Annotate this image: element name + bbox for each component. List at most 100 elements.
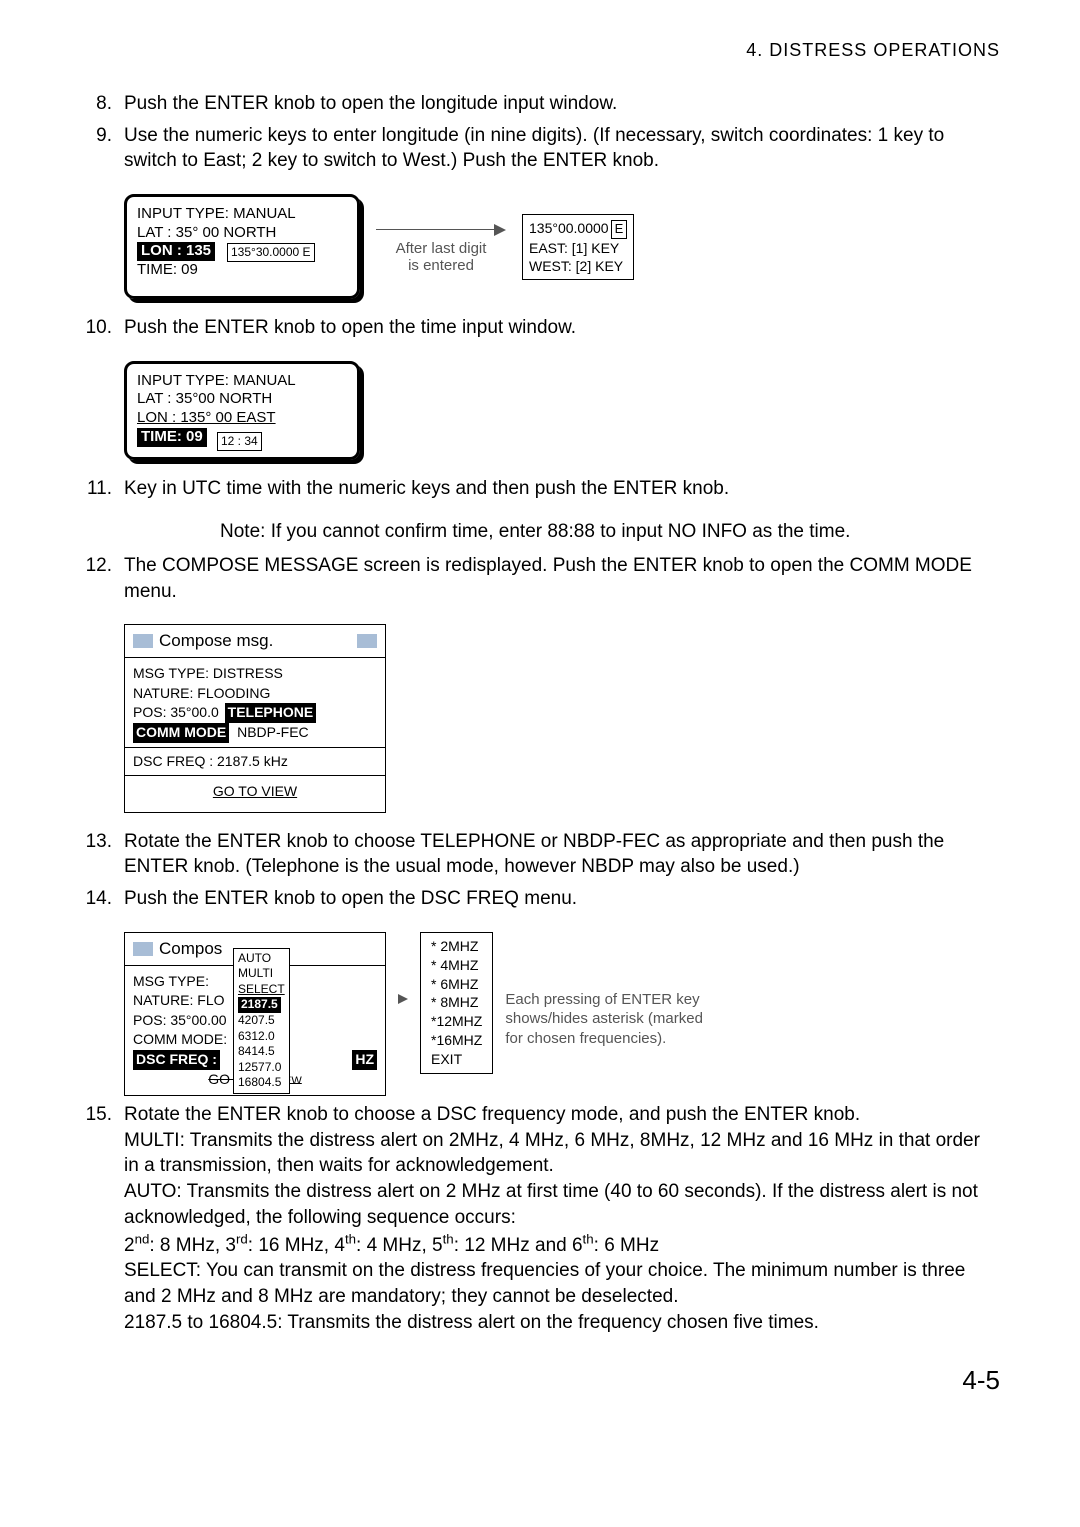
freq-option: *12MHZ: [431, 1012, 482, 1031]
coord-value: 135°00.0000E: [529, 219, 627, 239]
step-list: 11. Key in UTC time with the numeric keys…: [80, 476, 1000, 502]
step-list: 10. Push the ENTER knob to open the time …: [80, 315, 1000, 341]
note-line: Each pressing of ENTER key: [505, 990, 703, 1010]
key-hint: WEST: [2] KEY: [529, 257, 627, 275]
popup-telephone: TELEPHONE: [225, 703, 317, 723]
step-11: 11. Key in UTC time with the numeric keys…: [80, 476, 1000, 502]
freq-menu-popup: AUTO MULTI SELECT 2187.5 4207.5 6312.0 8…: [233, 948, 290, 1094]
east-west-key-box: 135°00.0000E EAST: [1] KEY WEST: [2] KEY: [522, 214, 634, 280]
step-text: Push the ENTER knob to open the DSC FREQ…: [124, 888, 577, 909]
compose-body: MSG TYPE: NATURE: FLO POS: 35°00.00 COMM…: [125, 966, 385, 1096]
step-text: Push the ENTER knob to open the longitud…: [124, 93, 617, 114]
lcd-longitude: INPUT TYPE: MANUAL LAT : 35° 00 NORTH LO…: [124, 194, 360, 299]
arrow-icon: [398, 994, 408, 1004]
lcd-line: TIME: 09: [137, 261, 347, 280]
freq-option: * 6MHZ: [431, 975, 482, 994]
step-number: 8.: [80, 91, 112, 117]
diagram-time: INPUT TYPE: MANUAL LAT : 35°00 NORTH LON…: [124, 361, 1000, 460]
menu-item: MULTI: [238, 966, 285, 982]
dsc-freq-highlight: DSC FREQ :: [133, 1050, 220, 1070]
compose-line: POS: 35°00.0 TELEPHONE: [133, 703, 377, 723]
step-number: 11.: [80, 476, 112, 502]
step-list: 8. Push the ENTER knob to open the longit…: [80, 91, 1000, 174]
lcd-highlight: TIME: 09: [137, 428, 207, 447]
page-header: 4. DISTRESS OPERATIONS: [80, 40, 1000, 61]
step-text: Use the numeric keys to enter longitude …: [124, 125, 944, 172]
step-11-note: Note: If you cannot confirm time, enter …: [220, 521, 1000, 543]
note-line: for chosen frequencies).: [505, 1029, 703, 1049]
step-list: 12. The COMPOSE MESSAGE screen is redispl…: [80, 553, 1000, 604]
step-number: 14.: [80, 886, 112, 912]
freq-option: * 2MHZ: [431, 937, 482, 956]
step-8: 8. Push the ENTER knob to open the longit…: [80, 91, 1000, 117]
step-text: Rotate the ENTER knob to choose TELEPHON…: [124, 831, 944, 878]
popup-lon-value: 135°30.0000 E: [227, 243, 315, 262]
menu-item: 4207.5: [238, 1013, 285, 1029]
separator: [125, 747, 385, 748]
step-text: Key in UTC time with the numeric keys an…: [124, 478, 729, 499]
step-text: Push the ENTER knob to open the time inp…: [124, 317, 576, 338]
compose-title: Compose msg.: [125, 625, 385, 658]
step-9: 9. Use the numeric keys to enter longitud…: [80, 123, 1000, 174]
lcd-line: INPUT TYPE: MANUAL: [137, 205, 347, 224]
step-10: 10. Push the ENTER knob to open the time …: [80, 315, 1000, 341]
arrow-icon: [376, 224, 506, 236]
step-number: 12.: [80, 553, 112, 579]
step-text: SELECT: You can transmit on the distress…: [124, 1260, 965, 1307]
menu-item: 2187.5: [238, 997, 285, 1013]
menu-item: SELECT: [238, 982, 285, 998]
menu-item: 12577.0: [238, 1060, 285, 1076]
step-text: AUTO: Transmits the distress alert on 2 …: [124, 1181, 978, 1228]
step-number: 13.: [80, 829, 112, 855]
lcd-line: LAT : 35° 00 NORTH: [137, 224, 347, 243]
step-list: 13. Rotate the ENTER knob to choose TELEP…: [80, 829, 1000, 912]
freq-option: *16MHZ: [431, 1031, 482, 1050]
compose-line: MSG TYPE: DISTRESS: [133, 664, 377, 684]
step-14: 14. Push the ENTER knob to open the DSC F…: [80, 886, 1000, 912]
menu-item: 8414.5: [238, 1044, 285, 1060]
title-decoration-icon: [133, 942, 153, 956]
title-text: Compos: [159, 937, 222, 961]
arrow-label: After last digit is entered: [376, 194, 506, 274]
step-text: The COMPOSE MESSAGE screen is redisplaye…: [124, 555, 972, 602]
lcd-line: LON : 135° 00 EAST: [137, 409, 347, 428]
compose-line: DSC FREQ : 2187.5 kHz: [133, 752, 377, 772]
step-text-sequence: 2nd: 8 MHz, 3rd: 16 MHz, 4th: 4 MHz, 5th…: [124, 1235, 659, 1256]
popup-time-value: 12 : 34: [217, 432, 262, 451]
page-number: 4-5: [80, 1365, 1000, 1396]
freq-select-box: * 2MHZ * 4MHZ * 6MHZ * 8MHZ *12MHZ *16MH…: [420, 932, 493, 1074]
compose-body: MSG TYPE: DISTRESS NATURE: FLOODING POS:…: [125, 658, 385, 812]
diagram-dsc-freq: Compos MSG TYPE: NATURE: FLO POS: 35°00.…: [124, 932, 1000, 1096]
hz-highlight: HZ: [352, 1050, 377, 1070]
east-indicator: E: [611, 220, 628, 239]
step-15: 15. Rotate the ENTER knob to choose a DS…: [80, 1102, 1000, 1335]
step-number: 9.: [80, 123, 112, 149]
menu-item: AUTO: [238, 951, 285, 967]
freq-select-column: * 2MHZ * 4MHZ * 6MHZ * 8MHZ *12MHZ *16MH…: [420, 932, 493, 1074]
title-text: Compose msg.: [159, 629, 273, 653]
step-number: 10.: [80, 315, 112, 341]
step-number: 15.: [80, 1102, 112, 1128]
comm-mode-highlight: COMM MODE: [133, 723, 229, 743]
freq-option: * 8MHZ: [431, 993, 482, 1012]
freq-note: Each pressing of ENTER key shows/hides a…: [505, 990, 703, 1049]
lcd-time: INPUT TYPE: MANUAL LAT : 35°00 NORTH LON…: [124, 361, 360, 460]
lcd-line: LAT : 35°00 NORTH: [137, 390, 347, 409]
note-line: shows/hides asterisk (marked: [505, 1009, 703, 1029]
compose-freq-screen: Compos MSG TYPE: NATURE: FLO POS: 35°00.…: [124, 932, 386, 1096]
diagram-longitude: INPUT TYPE: MANUAL LAT : 35° 00 NORTH LO…: [124, 194, 1000, 299]
freq-option: EXIT: [431, 1050, 482, 1069]
freq-option: * 4MHZ: [431, 956, 482, 975]
step-12: 12. The COMPOSE MESSAGE screen is redispl…: [80, 553, 1000, 604]
key-hint: EAST: [1] KEY: [529, 239, 627, 257]
compose-line: COMM MODE NBDP-FEC: [133, 723, 377, 743]
title-decoration-icon: [357, 634, 377, 648]
menu-item: 16804.5: [238, 1075, 285, 1091]
arrow-text: is entered: [408, 257, 474, 274]
arrow-text: After last digit: [396, 240, 487, 257]
step-text: MULTI: Transmits the distress alert on 2…: [124, 1130, 980, 1177]
step-list: 15. Rotate the ENTER knob to choose a DS…: [80, 1102, 1000, 1335]
title-decoration-icon: [133, 634, 153, 648]
compose-message-screen: Compose msg. MSG TYPE: DISTRESS NATURE: …: [124, 624, 386, 812]
go-to-view-link: GO TO VIEW: [133, 780, 377, 806]
